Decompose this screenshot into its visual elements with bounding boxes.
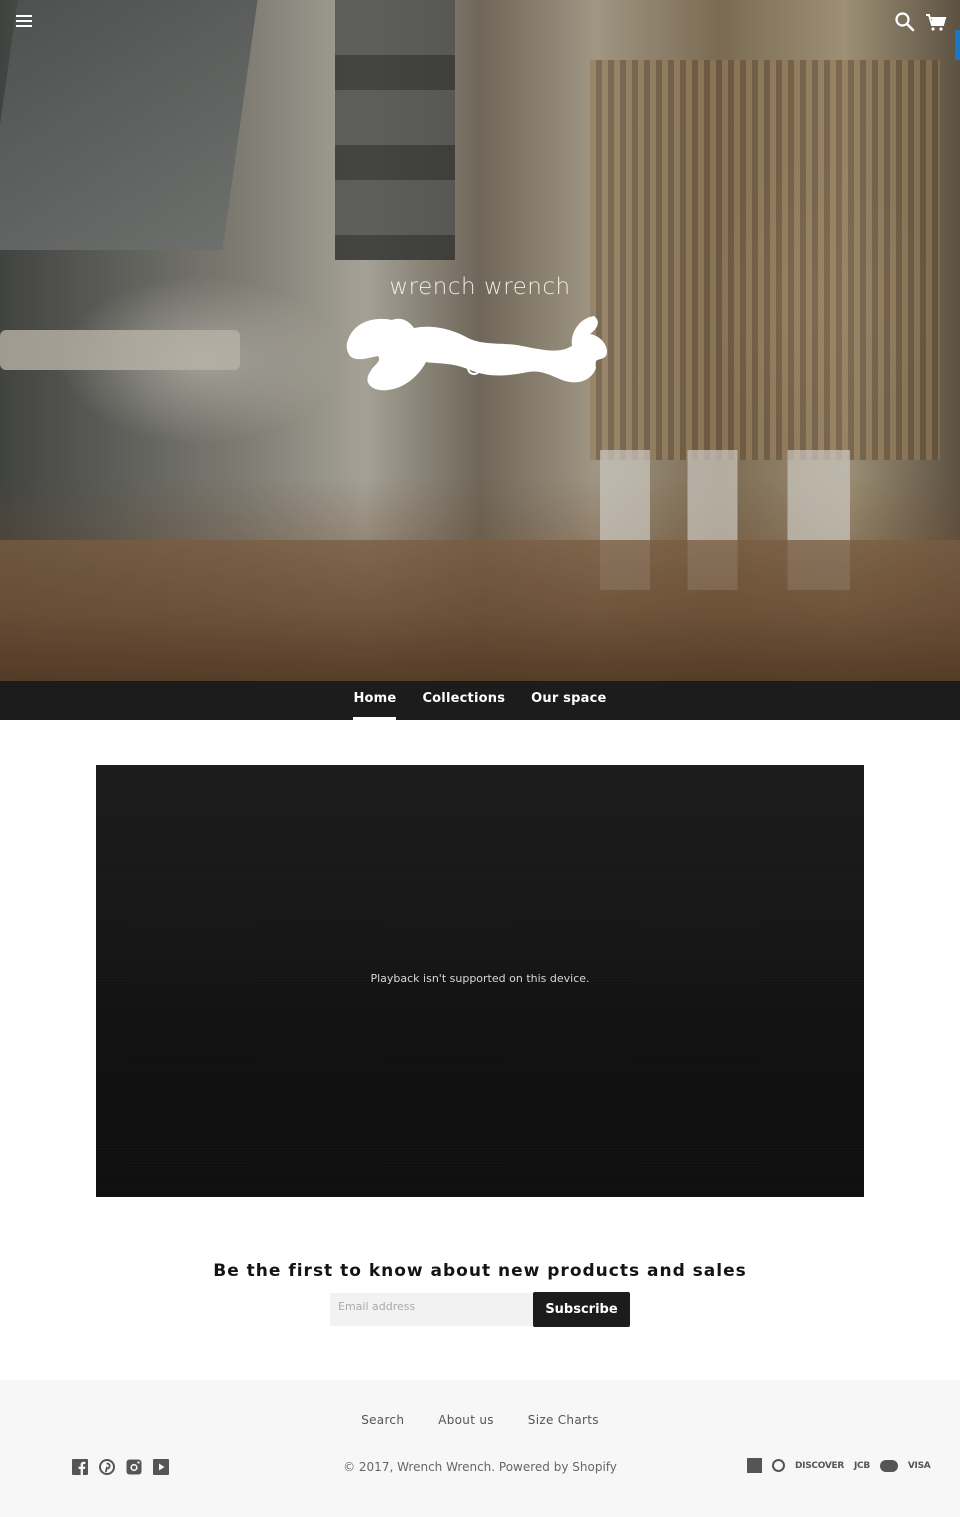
amex-icon: [747, 1458, 762, 1473]
video-player[interactable]: Playback isn't supported on this device.: [96, 765, 864, 1197]
discover-icon: DISCOVER: [795, 1460, 844, 1471]
subscribe-button[interactable]: Subscribe: [533, 1292, 630, 1327]
scroll-indicator: [955, 30, 960, 60]
main-navigation: Home Collections Our space: [0, 681, 960, 720]
hamburger-menu-icon[interactable]: [14, 12, 36, 32]
newsletter-title: Be the first to know about new products …: [213, 1261, 747, 1281]
visa-icon: VISA: [907, 1460, 931, 1471]
diners-club-icon: [772, 1459, 785, 1472]
email-input[interactable]: [330, 1293, 533, 1326]
nav-item-collections[interactable]: Collections: [409, 681, 518, 720]
nav-item-home[interactable]: Home: [340, 681, 409, 720]
search-icon[interactable]: [894, 11, 916, 33]
footer-links: Search About us Size Charts: [0, 1413, 960, 1427]
store-name-link[interactable]: Wrench Wrench: [397, 1460, 491, 1474]
footer-link-about-us[interactable]: About us: [421, 1413, 511, 1427]
footer-link-search[interactable]: Search: [344, 1413, 421, 1427]
cart-icon[interactable]: [925, 12, 947, 34]
wrench-logo-icon[interactable]: [344, 312, 612, 394]
payment-methods: DISCOVER JCB VISA: [747, 1458, 931, 1473]
footer-link-size-charts[interactable]: Size Charts: [511, 1413, 616, 1427]
copyright-prefix: © 2017,: [343, 1460, 398, 1474]
playback-error-message: Playback isn't supported on this device.: [370, 972, 590, 985]
nav-item-our-space[interactable]: Our space: [518, 681, 619, 720]
jcb-icon: JCB: [853, 1460, 870, 1471]
powered-by: . Powered by Shopify: [491, 1460, 617, 1474]
footer: Search About us Size Charts © 2017, Wren…: [0, 1380, 960, 1517]
mastercard-icon: [879, 1459, 898, 1472]
store-logo-text[interactable]: wrench wrench: [0, 274, 960, 300]
hero-banner: wrench wrench: [0, 0, 960, 681]
